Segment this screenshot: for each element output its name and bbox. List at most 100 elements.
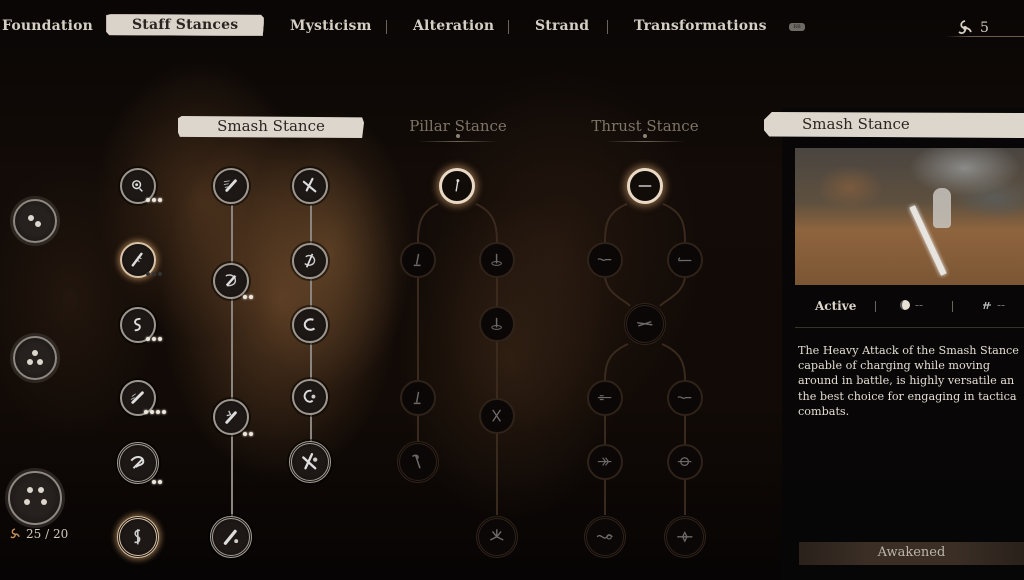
skill-node[interactable] (587, 242, 623, 278)
pillar-spin-icon (491, 254, 503, 267)
skill-node[interactable] (400, 380, 436, 416)
stat-spirit: -- (981, 298, 1005, 312)
skill-node[interactable] (213, 168, 249, 204)
dash-staff-icon (131, 391, 145, 405)
spinning-mace-icon (132, 180, 144, 193)
skill-node[interactable] (210, 516, 252, 558)
spark-points-value: 5 (980, 20, 989, 36)
cross-orb-icon (302, 453, 318, 470)
hook-crest-icon (134, 529, 141, 545)
skill-node[interactable] (292, 307, 328, 343)
orb-count: 25 / 20 (8, 527, 68, 541)
rb-button-hint: RB (789, 23, 805, 31)
detail-title: Smash Stance (764, 112, 1024, 138)
skill-node[interactable] (292, 168, 328, 204)
skill-node[interactable] (289, 441, 331, 483)
panel-divider (795, 327, 1024, 328)
points-underline (946, 36, 1024, 37)
thrust-curve-icon (597, 258, 612, 262)
shield-staff-icon (225, 274, 237, 287)
tab-foundation[interactable]: Foundation (2, 18, 93, 34)
header-ornament (456, 134, 460, 138)
charged-staff-icon (132, 253, 144, 267)
thrust-blade-icon (637, 321, 653, 327)
focus-orb-1[interactable] (13, 199, 57, 243)
tab-staff-stances[interactable]: Staff Stances (106, 14, 265, 36)
focus-orb-2[interactable] (13, 336, 57, 380)
skill-node[interactable] (667, 242, 703, 278)
thrust-knot-icon (596, 534, 614, 540)
thrust-line-icon (638, 185, 652, 187)
skill-node[interactable] (584, 516, 626, 558)
pillar-spin-icon (491, 318, 503, 331)
focus-moon-icon (900, 300, 910, 310)
skill-node[interactable] (213, 399, 249, 435)
pinwheel-icon (490, 529, 504, 541)
top-nav: Foundation Staff Stances Mysticism Alter… (0, 0, 1024, 56)
skill-pips (146, 337, 162, 341)
skill-node[interactable] (664, 516, 706, 558)
skill-node[interactable] (117, 516, 159, 558)
skill-node[interactable] (117, 442, 159, 484)
dash-staff-icon (224, 179, 238, 193)
triskelion-spark-icon (958, 20, 972, 34)
spark-points: 5 (955, 18, 989, 38)
awakened-button[interactable]: Awakened (799, 542, 1024, 565)
status-active: Active (815, 299, 857, 313)
nav-separator (607, 20, 608, 34)
skill-node[interactable] (397, 441, 439, 483)
thrust-wave-icon (598, 395, 612, 401)
thrust-curve-icon (677, 396, 692, 400)
status-separator (952, 301, 953, 312)
status-separator (875, 301, 876, 312)
pillar-root-icon (414, 254, 421, 267)
skill-node[interactable] (627, 168, 663, 204)
tab-transformations[interactable]: Transformations (634, 18, 767, 34)
skill-node[interactable] (667, 380, 703, 416)
thrust-star-icon (677, 531, 693, 543)
nav-separator (386, 20, 387, 34)
skill-node[interactable] (400, 242, 436, 278)
nav-separator (508, 20, 509, 34)
thrust-feather-icon (598, 457, 612, 467)
stance-tab-smash[interactable]: Smash Stance (178, 116, 364, 138)
spin-slash-icon (304, 253, 316, 269)
skill-pips (144, 410, 166, 414)
skill-node[interactable] (479, 242, 515, 278)
skill-pips (152, 480, 162, 484)
triskelion-spark-icon (10, 528, 20, 539)
stance-description: The Heavy Attack of the Smash Stance cap… (798, 344, 1019, 418)
focus-orb-3[interactable] (8, 471, 62, 525)
skill-node[interactable] (292, 243, 328, 279)
stat-focus: -- (899, 298, 923, 312)
skill-node[interactable] (587, 444, 623, 480)
pillar-staff-icon (455, 179, 460, 192)
tab-alteration[interactable]: Alteration (413, 18, 494, 34)
staff-impact-icon (223, 529, 239, 546)
tab-mysticism[interactable]: Mysticism (290, 18, 372, 34)
skill-pips (243, 432, 253, 436)
tree-connector (231, 205, 233, 523)
tab-strand[interactable]: Strand (535, 18, 589, 34)
header-ornament (643, 134, 647, 138)
skill-node[interactable] (479, 306, 515, 342)
leap-strike-icon (225, 410, 238, 425)
pillar-hook-icon (412, 454, 421, 469)
skill-node[interactable] (476, 516, 518, 558)
crescent-orb-icon (304, 390, 316, 404)
skill-pips (243, 295, 253, 299)
skill-node[interactable] (479, 398, 515, 434)
crescent-icon (304, 318, 316, 332)
spirit-claw-icon (983, 301, 991, 310)
orb-count-value: 25 / 20 (26, 527, 69, 541)
skill-node[interactable] (292, 379, 328, 415)
skill-node[interactable] (213, 263, 249, 299)
whirl-staff-icon (130, 456, 145, 470)
skill-node[interactable] (667, 444, 703, 480)
stat-spirit-value: -- (997, 298, 1006, 312)
skill-node[interactable] (624, 303, 666, 345)
skill-node[interactable] (587, 380, 623, 416)
thrust-hook-icon (678, 257, 692, 262)
skill-node[interactable] (439, 168, 475, 204)
skill-pips (146, 272, 162, 276)
